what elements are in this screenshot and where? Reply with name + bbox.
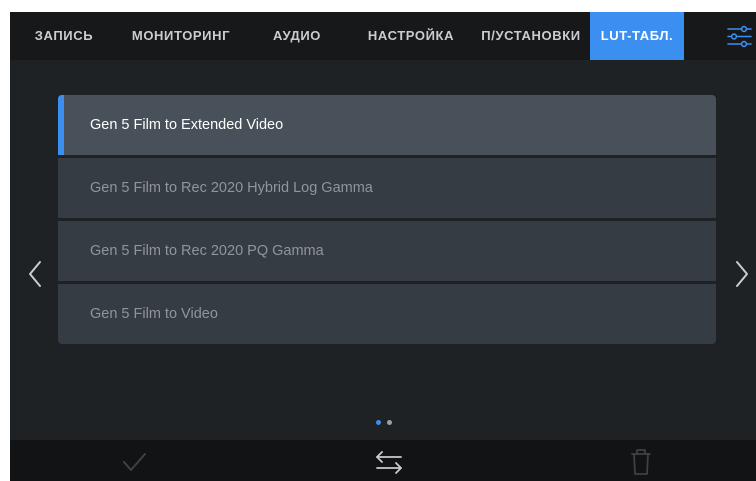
camera-screen: ЗАПИСЬ МОНИТОРИНГ АУДИО НАСТРОЙКА П/УСТА… [10, 12, 756, 481]
sliders-icon[interactable] [723, 20, 756, 53]
lut-list: Gen 5 Film to Extended Video Gen 5 Film … [58, 95, 716, 344]
page-dot-active[interactable] [376, 420, 381, 425]
chevron-left-icon[interactable] [20, 254, 50, 294]
tab-setup[interactable]: НАСТРОЙКА [362, 12, 460, 60]
bottom-action-bar [10, 440, 756, 481]
trash-icon[interactable] [621, 440, 661, 481]
lut-list-item[interactable]: Gen 5 Film to Video [58, 284, 716, 344]
tab-presets[interactable]: П/УСТАНОВКИ [472, 12, 590, 60]
page-dot[interactable] [387, 420, 392, 425]
chevron-right-icon[interactable] [727, 254, 756, 294]
lut-content-area: Gen 5 Film to Extended Video Gen 5 Film … [10, 60, 756, 440]
lut-list-item[interactable]: Gen 5 Film to Rec 2020 Hybrid Log Gamma [58, 158, 716, 218]
swap-arrows-icon[interactable] [369, 440, 409, 481]
tab-luts[interactable]: LUT-ТАБЛ. [590, 12, 684, 60]
lut-item-label: Gen 5 Film to Extended Video [90, 117, 284, 133]
lut-item-label: Gen 5 Film to Rec 2020 PQ Gamma [90, 243, 324, 259]
tab-monitoring[interactable]: МОНИТОРИНГ [122, 12, 240, 60]
lut-item-label: Gen 5 Film to Rec 2020 Hybrid Log Gamma [90, 180, 373, 196]
tab-audio[interactable]: АУДИО [262, 12, 332, 60]
lut-list-item[interactable]: Gen 5 Film to Extended Video [58, 95, 716, 155]
lut-item-label: Gen 5 Film to Video [90, 306, 218, 322]
tab-bar: ЗАПИСЬ МОНИТОРИНГ АУДИО НАСТРОЙКА П/УСТА… [10, 12, 756, 60]
lut-list-item[interactable]: Gen 5 Film to Rec 2020 PQ Gamma [58, 221, 716, 281]
selection-indicator [58, 95, 64, 155]
tab-record[interactable]: ЗАПИСЬ [24, 12, 104, 60]
checkmark-icon[interactable] [114, 440, 154, 481]
